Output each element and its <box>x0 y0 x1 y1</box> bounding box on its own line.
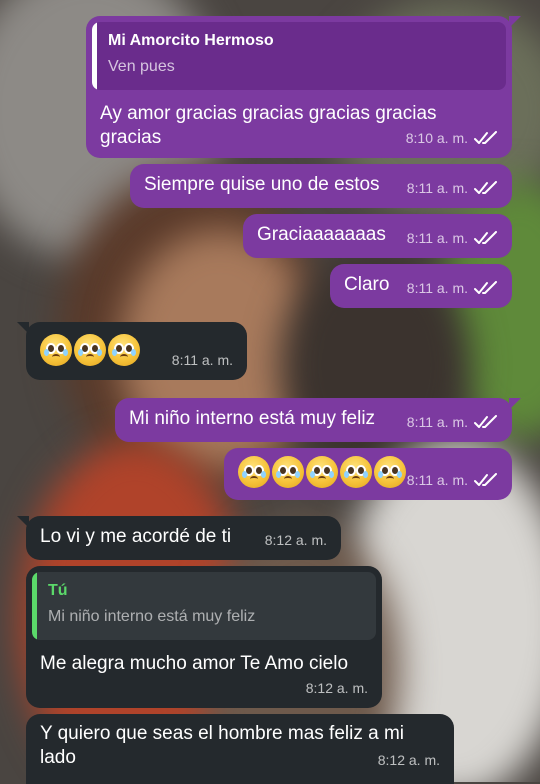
pleading-face-icon <box>306 456 338 488</box>
pleading-face-icon <box>74 334 106 366</box>
message-bubble-incoming[interactable]: 8:11 a. m. <box>17 322 247 380</box>
pleading-face-icon <box>272 456 304 488</box>
message-time: 8:11 a. m. <box>406 230 468 246</box>
message-meta: 8:11 a. m. <box>172 348 233 372</box>
double-check-icon <box>474 281 497 294</box>
message-meta: 8:12 a. m. <box>265 528 327 552</box>
message-meta: 8:11 a. m. <box>407 176 498 200</box>
pleading-face-icon <box>40 334 72 366</box>
message-bubble-incoming[interactable]: Tú Mi niño interno está muy feliz Me ale… <box>26 566 382 708</box>
message-text: Graciaaaaaaas <box>257 224 386 245</box>
double-check-icon <box>474 231 497 244</box>
double-check-icon <box>474 131 497 144</box>
message-time: 8:11 a. m. <box>406 472 468 488</box>
reply-author: Mi Amorcito Hermoso <box>108 32 274 49</box>
message-time: 8:11 a. m. <box>171 352 233 368</box>
message-text: Lo vi y me acordé de ti <box>40 526 232 547</box>
bubble-tail <box>17 516 29 528</box>
message-bubble-outgoing[interactable]: Graciaaaaaaas 8:11 a. m. <box>243 214 512 258</box>
message-bubble-outgoing[interactable]: Mi niño interno está muy feliz 8:11 a. m… <box>115 398 521 442</box>
reply-quote-bar <box>32 572 37 640</box>
message-time: 8:12 a. m. <box>305 680 368 696</box>
bubble-tail <box>509 398 521 410</box>
message-meta: 8:10 a. m. <box>406 126 498 150</box>
message-bubble-incoming[interactable]: Lo vi y me acordé de ti 8:12 a. m. <box>17 516 341 560</box>
reply-author: Tú <box>48 582 68 599</box>
message-text: Claro <box>344 274 390 295</box>
reply-quote[interactable]: Mi Amorcito Hermoso Ven pues <box>92 22 506 90</box>
pleading-face-icon <box>340 456 372 488</box>
message-time: 8:12 a. m. <box>264 532 327 548</box>
emoji-row <box>40 334 140 366</box>
reply-text: Mi niño interno está muy feliz <box>48 608 256 625</box>
message-time: 8:12 a. m. <box>377 752 440 768</box>
message-bubble-incoming[interactable]: Y quiero que seas el hombre mas feliz a … <box>26 714 454 784</box>
message-time: 8:10 a. m. <box>405 130 468 146</box>
message-time: 8:11 a. m. <box>406 280 468 296</box>
double-check-icon <box>474 415 497 428</box>
message-bubble-outgoing[interactable]: Mi Amorcito Hermoso Ven pues Ay amor gra… <box>86 16 521 158</box>
bubble-tail <box>17 322 29 334</box>
message-bubble-outgoing[interactable]: Claro 8:11 a. m. <box>330 264 512 308</box>
message-time: 8:11 a. m. <box>406 414 468 430</box>
emoji-row <box>238 456 406 488</box>
message-meta: 8:11 a. m. <box>407 468 498 492</box>
bubble-tail <box>509 16 521 28</box>
message-meta: 8:12 a. m. <box>378 748 440 772</box>
pleading-face-icon <box>238 456 270 488</box>
message-meta: 8:11 a. m. <box>407 226 498 250</box>
message-meta: 8:11 a. m. <box>407 276 498 300</box>
message-text: Me alegra mucho amor Te Amo cielo <box>40 653 349 674</box>
reply-quote-bar <box>92 22 97 90</box>
reply-text: Ven pues <box>108 58 175 75</box>
reply-quote[interactable]: Tú Mi niño interno está muy feliz <box>32 572 376 640</box>
message-meta: 8:11 a. m. <box>407 410 498 434</box>
message-text: Siempre quise uno de estos <box>144 174 380 195</box>
message-meta: 8:12 a. m. <box>306 676 368 700</box>
double-check-icon <box>474 181 497 194</box>
message-bubble-outgoing[interactable]: 8:11 a. m. <box>224 448 512 500</box>
pleading-face-icon <box>374 456 406 488</box>
message-text: Y quiero que seas el hombre mas feliz a … <box>40 723 404 768</box>
double-check-icon <box>474 473 497 486</box>
pleading-face-icon <box>108 334 140 366</box>
message-text: Mi niño interno está muy feliz <box>129 408 376 429</box>
message-bubble-outgoing[interactable]: Siempre quise uno de estos 8:11 a. m. <box>130 164 512 208</box>
message-time: 8:11 a. m. <box>406 180 468 196</box>
